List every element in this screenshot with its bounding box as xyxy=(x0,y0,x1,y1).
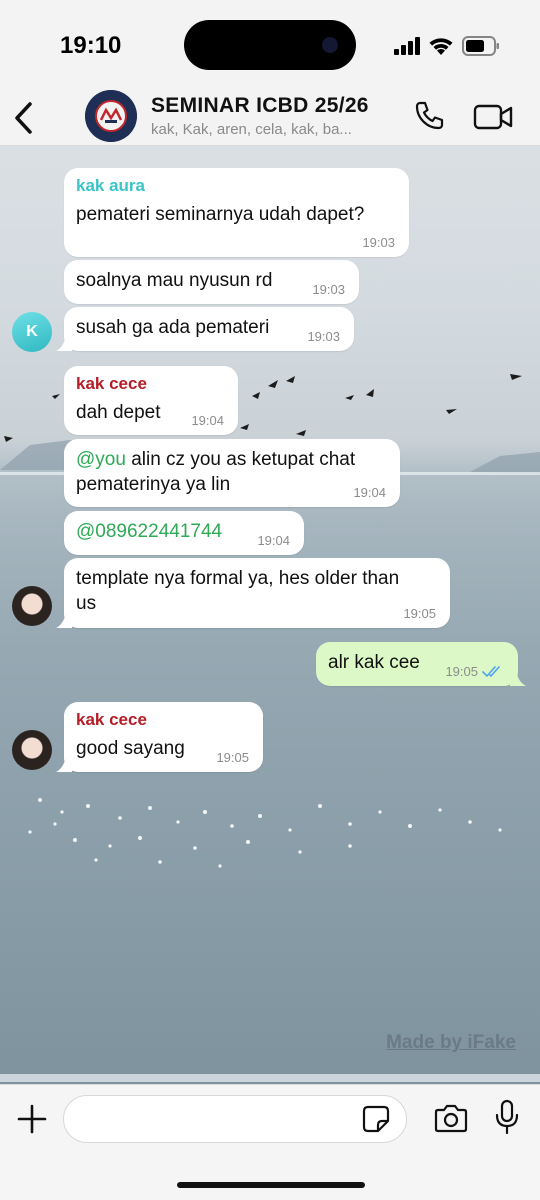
message-bubble[interactable]: soalnya mau nyusun rd 19:03 xyxy=(64,260,359,304)
message-time: 19:04 xyxy=(353,485,386,500)
bubble-tail xyxy=(510,670,526,686)
message-text-line: us xyxy=(76,593,97,614)
message-text-line: alin cz you as ketupat chat xyxy=(125,449,356,470)
back-chevron-icon[interactable] xyxy=(10,98,40,138)
bubble-tail xyxy=(56,612,72,628)
phone-icon[interactable] xyxy=(413,100,445,132)
front-camera-icon xyxy=(322,37,338,53)
message-bubble[interactable]: template nya formal ya, hes older than u… xyxy=(56,558,450,628)
mention-link[interactable]: @089622441744 xyxy=(76,521,222,542)
plus-icon[interactable] xyxy=(16,1103,48,1135)
message-bubble[interactable]: kak cece dah depet 19:04 xyxy=(64,366,238,435)
message-input[interactable] xyxy=(63,1095,407,1143)
sender-avatar[interactable]: K xyxy=(12,312,52,352)
wifi-icon xyxy=(429,37,453,55)
status-icons xyxy=(394,36,500,56)
watermark: Made by iFake xyxy=(386,1032,516,1053)
bubble-tail xyxy=(56,756,72,772)
message-text-line: pematerinya ya lin xyxy=(76,474,231,495)
video-camera-icon[interactable] xyxy=(473,102,513,132)
camera-icon[interactable] xyxy=(434,1103,468,1133)
sender-name[interactable]: kak aura xyxy=(76,176,397,196)
message-meta: 19:05 xyxy=(445,664,504,679)
message-text-line: template nya formal ya, hes older than xyxy=(76,568,400,589)
message-time: 19:05 xyxy=(445,664,478,679)
sender-avatar[interactable] xyxy=(12,586,52,626)
sender-name[interactable]: kak cece xyxy=(76,374,226,394)
message-time: 19:03 xyxy=(362,235,395,250)
group-title[interactable]: SEMINAR ICBD 25/26 xyxy=(151,94,369,118)
message-bubble[interactable]: @you alin cz you as ketupat chat pemater… xyxy=(64,439,400,507)
message-text: pemateri seminarnya udah dapet? xyxy=(76,204,365,225)
signal-icon xyxy=(394,37,420,55)
message-bubble-outgoing[interactable]: alr kak cee 19:05 xyxy=(316,642,526,686)
message-time: 19:04 xyxy=(257,533,290,548)
message-text: template nya formal ya, hes older than u… xyxy=(76,566,438,616)
chat-header: SEMINAR ICBD 25/26 kak, Kak, aren, cela,… xyxy=(0,90,540,146)
sender-avatar[interactable] xyxy=(12,730,52,770)
message-bubble[interactable]: kak cece good sayang 19:05 xyxy=(56,702,263,772)
home-indicator[interactable] xyxy=(177,1182,365,1188)
sender-name[interactable]: kak cece xyxy=(76,710,251,730)
message-time: 19:04 xyxy=(191,413,224,428)
group-logo-icon xyxy=(85,90,137,142)
message-time: 19:05 xyxy=(403,606,436,621)
double-check-icon xyxy=(482,665,500,677)
message-bubble[interactable]: @089622441744 19:04 xyxy=(64,511,304,555)
message-input-bar xyxy=(0,1084,540,1200)
message-bubble[interactable]: susah ga ada pemateri 19:03 xyxy=(56,307,354,351)
chat-area[interactable]: kak aura pemateri seminarnya udah dapet?… xyxy=(0,146,540,1084)
message-time: 19:03 xyxy=(312,282,345,297)
dynamic-island xyxy=(184,20,356,70)
mention-link[interactable]: @you xyxy=(76,449,126,470)
battery-icon xyxy=(462,36,499,56)
message-text: @you alin cz you as ketupat chat pemater… xyxy=(76,447,388,497)
message-text: susah ga ada pemateri xyxy=(76,317,270,338)
group-members[interactable]: kak, Kak, aren, cela, kak, ba... xyxy=(151,121,396,138)
message-bubble[interactable]: kak aura pemateri seminarnya udah dapet?… xyxy=(64,168,409,257)
message-time: 19:03 xyxy=(307,329,340,344)
bubble-tail xyxy=(56,335,72,351)
message-time: 19:05 xyxy=(216,750,249,765)
status-time: 19:10 xyxy=(60,32,122,59)
sticker-icon[interactable] xyxy=(362,1105,390,1133)
message-text: soalnya mau nyusun rd xyxy=(76,270,273,291)
group-avatar[interactable] xyxy=(85,90,137,142)
microphone-icon[interactable] xyxy=(494,1099,520,1135)
status-bar: 19:10 xyxy=(0,0,540,90)
